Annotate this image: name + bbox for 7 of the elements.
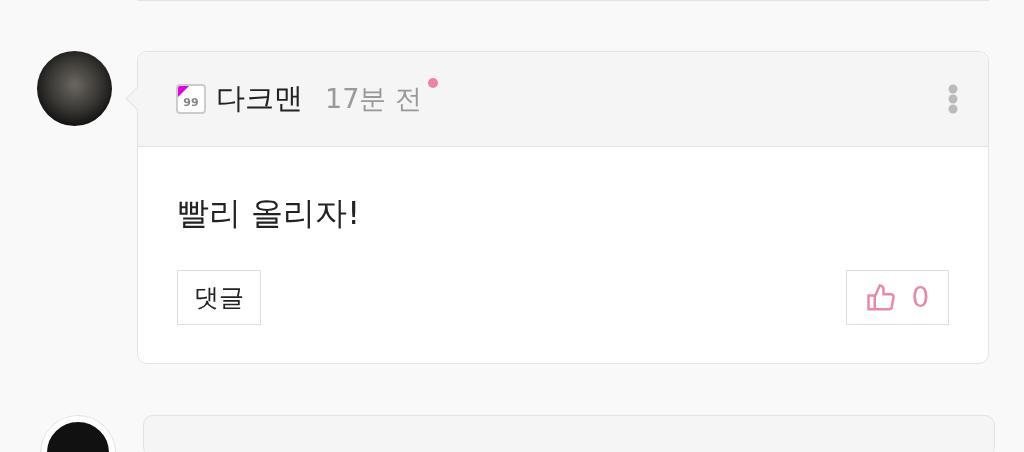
thumbs-up-icon <box>865 282 896 313</box>
comment-text: 빨리 올리자! <box>177 193 361 234</box>
comment-time: 17분 전 <box>325 82 422 116</box>
reply-button[interactable]: 댓글 <box>177 270 261 325</box>
author-name: 다크맨 <box>216 80 303 117</box>
more-icon[interactable] <box>948 84 958 114</box>
level-badge: 99 <box>176 84 206 114</box>
